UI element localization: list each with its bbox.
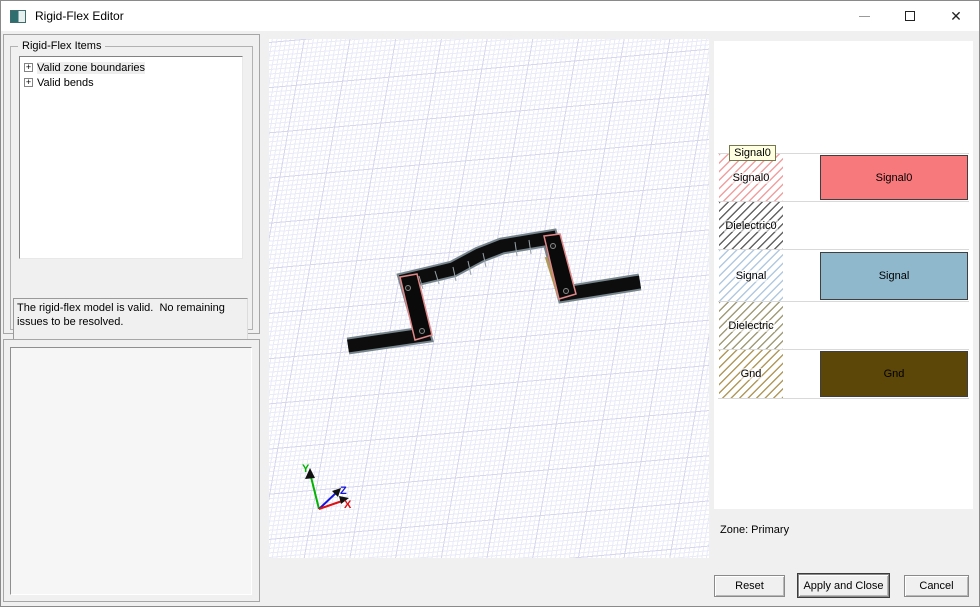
details-panel-content (10, 347, 252, 595)
maximize-button[interactable] (887, 1, 933, 31)
titlebar[interactable]: Rigid-Flex Editor ✕ (1, 1, 979, 31)
expand-icon[interactable]: + (24, 78, 33, 87)
maximize-icon (905, 11, 915, 21)
y-axis-line (311, 477, 319, 509)
tree-item-valid-zone-boundaries[interactable]: + Valid zone boundaries (22, 60, 240, 75)
layer-hatch-dielectric[interactable]: Dielectric (719, 302, 783, 349)
tree-item-label[interactable]: Valid zone boundaries (37, 62, 145, 74)
layer-hatch-signal[interactable]: Signal (719, 250, 783, 301)
layer-block-signal[interactable]: Signal (820, 252, 968, 300)
window-controls: ✕ (841, 1, 979, 31)
minimize-button[interactable] (841, 1, 887, 31)
rigid-flex-items-panel: Rigid-Flex Items + Valid zone boundaries… (3, 34, 260, 334)
3d-viewport[interactable]: Y Z X (269, 39, 709, 558)
minimize-icon (859, 16, 870, 17)
layer-tooltip: Signal0 (729, 145, 776, 161)
flex-body[interactable] (348, 238, 640, 346)
layer-hatch-signal0[interactable]: Signal0 (719, 154, 783, 201)
reset-button[interactable]: Reset (714, 575, 785, 597)
layer-hatch-gnd[interactable]: Gnd (719, 350, 783, 398)
rigid-flex-editor-window: Rigid-Flex Editor ✕ Rigid-Flex Items + V… (0, 0, 980, 607)
rigid-flex-board-scene: Y Z X (269, 39, 709, 558)
tree-item-label[interactable]: Valid bends (37, 77, 94, 89)
app-window-icon (10, 10, 26, 23)
zone-label: Zone: Primary (720, 524, 789, 536)
layer-separator (718, 398, 969, 399)
layer-block-gnd[interactable]: Gnd (820, 351, 968, 397)
expand-icon[interactable]: + (24, 63, 33, 72)
layer-block-signal0[interactable]: Signal0 (820, 155, 968, 200)
y-axis-label: Y (302, 463, 310, 475)
items-tree[interactable]: + Valid zone boundaries + Valid bends (19, 56, 243, 259)
stackup-panel: Signal0 Dielectric0 Signal Dielectric Gn… (714, 41, 973, 509)
layer-hatch-dielectric0[interactable]: Dielectric0 (719, 202, 783, 249)
tree-item-valid-bends[interactable]: + Valid bends (22, 75, 240, 90)
details-panel (3, 339, 260, 602)
cancel-button[interactable]: Cancel (904, 575, 969, 597)
axis-triad: Y Z X (302, 463, 352, 511)
groupbox-title: Rigid-Flex Items (18, 40, 105, 52)
z-axis-label: Z (340, 485, 347, 497)
x-axis-label: X (344, 499, 352, 511)
window-title: Rigid-Flex Editor (35, 9, 124, 23)
close-button[interactable]: ✕ (933, 1, 979, 31)
close-icon: ✕ (950, 9, 962, 23)
rigid-flex-items-groupbox: Rigid-Flex Items + Valid zone boundaries… (10, 46, 253, 330)
apply-and-close-button[interactable]: Apply and Close (797, 573, 890, 598)
